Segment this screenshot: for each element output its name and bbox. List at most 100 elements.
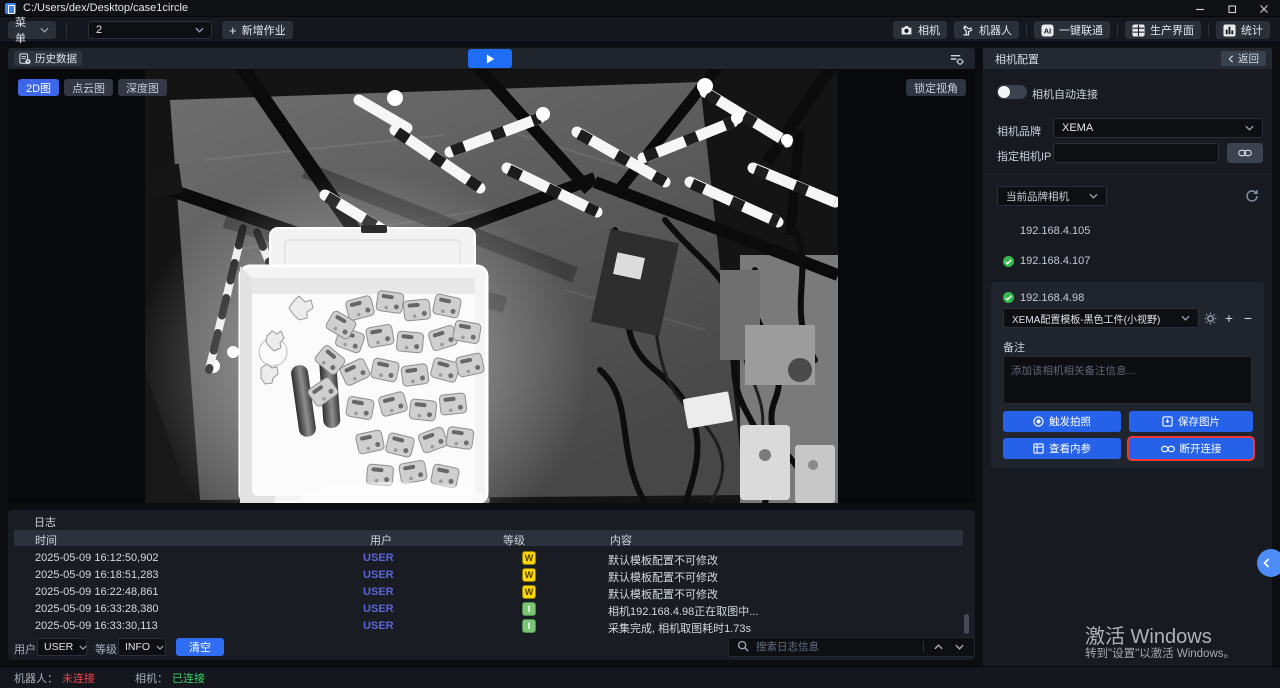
log-scrollbar[interactable] (964, 614, 969, 634)
log-search-box (728, 637, 975, 657)
play-button[interactable] (468, 49, 512, 68)
remove-template-button[interactable]: − (1240, 310, 1256, 326)
note-label: 备注 (1003, 339, 1025, 355)
chevron-down-icon (1245, 125, 1254, 131)
template-select[interactable]: XEMA配置模板-黑色工件(小视野) (1003, 308, 1199, 328)
disconnect-link-icon (1161, 444, 1175, 454)
robot-status-label: 机器人： (14, 670, 58, 686)
plus-icon: + (229, 24, 237, 37)
minimize-button[interactable] (1184, 0, 1216, 17)
template-settings-button[interactable] (1202, 310, 1218, 326)
level-badge: W (522, 568, 536, 582)
production-view-button[interactable]: 生产界面 (1125, 21, 1201, 39)
close-icon (1259, 4, 1269, 14)
log-title: 日志 (34, 514, 56, 530)
log-user-filter[interactable]: USER (37, 638, 87, 656)
log-row[interactable]: 2025-05-09 16:33:28,380 USER I 相机192.168… (8, 601, 968, 618)
tab-2d[interactable]: 2D图 (18, 79, 59, 96)
note-textarea[interactable] (1003, 356, 1252, 404)
panel-collapse-handle[interactable] (1257, 549, 1280, 577)
log-rows: 2025-05-09 16:12:50,902 USER W 默认模板配置不可修… (8, 550, 968, 635)
log-level-filter[interactable]: INFO (118, 638, 166, 656)
lock-view-button[interactable]: 锁定视角 (906, 79, 966, 96)
maximize-button[interactable] (1216, 0, 1248, 17)
menu-button[interactable]: 菜单 (8, 21, 56, 39)
close-button[interactable] (1248, 0, 1280, 17)
check-circle-icon (1003, 256, 1014, 267)
job-select[interactable]: 2 (88, 21, 212, 39)
window-title: C:/Users/dex/Desktop/case1circle (23, 2, 188, 14)
filter-settings-icon (949, 52, 964, 66)
view-settings-button[interactable] (947, 51, 965, 66)
current-brand-select[interactable]: 当前品牌相机 (997, 186, 1107, 206)
disconnect-button[interactable]: 断开连接 (1129, 438, 1253, 459)
robot-view-button[interactable]: 机器人 (954, 21, 1019, 39)
plus-icon: + (1225, 310, 1233, 326)
maximize-icon (1227, 4, 1237, 14)
shutter-icon (1033, 416, 1044, 427)
log-row[interactable]: 2025-05-09 16:18:51,283 USER W 默认模板配置不可修… (8, 567, 968, 584)
chevron-down-icon (79, 645, 87, 650)
camera-config-header: 相机配置 返回 (983, 48, 1272, 69)
gear-icon (1204, 312, 1217, 325)
search-icon (737, 640, 749, 655)
trigger-photo-button[interactable]: 触发拍照 (1003, 411, 1121, 432)
tab-pointcloud[interactable]: 点云图 (64, 79, 113, 96)
add-job-button[interactable]: + 新增作业 (222, 21, 293, 39)
chevron-down-icon (955, 644, 964, 650)
toolbar-separator (1026, 23, 1027, 37)
app-window: C:/Users/dex/Desktop/case1circle 菜单 2 + … (0, 0, 1280, 688)
save-image-button[interactable]: 保存图片 (1129, 411, 1253, 432)
chevron-down-icon (195, 27, 204, 33)
chevron-down-icon (40, 27, 49, 33)
add-template-button[interactable]: + (1221, 310, 1237, 326)
refresh-cameras-button[interactable] (1244, 188, 1260, 204)
robot-icon (961, 24, 974, 36)
log-panel: 日志 时间 用户 等级 内容 2025-05-09 16:12:50,902 U… (8, 510, 975, 660)
search-prev-button[interactable] (931, 644, 945, 650)
clear-log-button[interactable]: 清空 (176, 638, 224, 656)
play-icon (486, 54, 495, 64)
toolbar: 菜单 2 + 新增作业 相机 机器人 AI 一键联通 (0, 17, 1280, 43)
check-circle-icon (1003, 292, 1014, 303)
log-search-input[interactable] (756, 641, 916, 653)
brand-select[interactable]: XEMA (1053, 118, 1263, 138)
chevron-down-icon (1181, 315, 1190, 321)
camera-status-value: 已连接 (172, 670, 205, 686)
view-tabs: 2D图 点云图 深度图 (18, 79, 167, 96)
camera-item-selected[interactable]: 192.168.4.98 (1020, 292, 1084, 304)
svg-text:AI: AI (1044, 26, 1051, 35)
auto-connect-label: 相机自动连接 (1032, 86, 1098, 102)
level-badge: I (522, 619, 536, 633)
chevron-up-icon (934, 644, 943, 650)
history-icon (19, 53, 31, 65)
camera-icon (900, 24, 913, 36)
search-next-button[interactable] (952, 644, 966, 650)
log-row[interactable]: 2025-05-09 16:33:30,113 USER I 采集完成, 相机取… (8, 618, 968, 635)
log-row[interactable]: 2025-05-09 16:22:48,861 USER W 默认模板配置不可修… (8, 584, 968, 601)
stats-button[interactable]: 统计 (1216, 21, 1270, 39)
camera-view-button[interactable]: 相机 (893, 21, 947, 39)
level-badge: I (522, 602, 536, 616)
camera-item[interactable]: 192.168.4.107 (1020, 255, 1090, 267)
auto-connect-toggle[interactable] (997, 85, 1027, 99)
viewer-canvas[interactable]: 2D图 点云图 深度图 锁定视角 (8, 69, 975, 503)
tab-depth[interactable]: 深度图 (118, 79, 167, 96)
one-key-connect-button[interactable]: AI 一键联通 (1034, 21, 1110, 39)
camera-status-label: 相机： (135, 670, 168, 686)
level-badge: W (522, 551, 536, 565)
camera-ip-input[interactable] (1053, 143, 1219, 163)
windows-activation-subtitle: 转到"设置"以激活 Windows。 (1085, 645, 1235, 661)
back-button[interactable]: 返回 (1221, 51, 1266, 66)
camera-config-panel: 相机配置 返回 相机自动连接 相机品牌 XEMA 指定相机IP 当前品牌相机 1… (983, 48, 1272, 666)
log-row[interactable]: 2025-05-09 16:12:50,902 USER W 默认模板配置不可修… (8, 550, 968, 567)
connect-ip-button[interactable] (1227, 143, 1263, 163)
history-data-button[interactable]: 历史数据 (14, 51, 82, 66)
log-filter-bar: 用户 USER 等级 INFO 清空 (8, 636, 975, 660)
robot-status-value: 未连接 (62, 670, 95, 686)
level-badge: W (522, 585, 536, 599)
camera-item[interactable]: 192.168.4.105 (1020, 225, 1090, 237)
toolbar-separator (1117, 23, 1118, 37)
production-grid-icon (1132, 24, 1145, 37)
view-intrinsics-button[interactable]: 查看内参 (1003, 438, 1121, 459)
